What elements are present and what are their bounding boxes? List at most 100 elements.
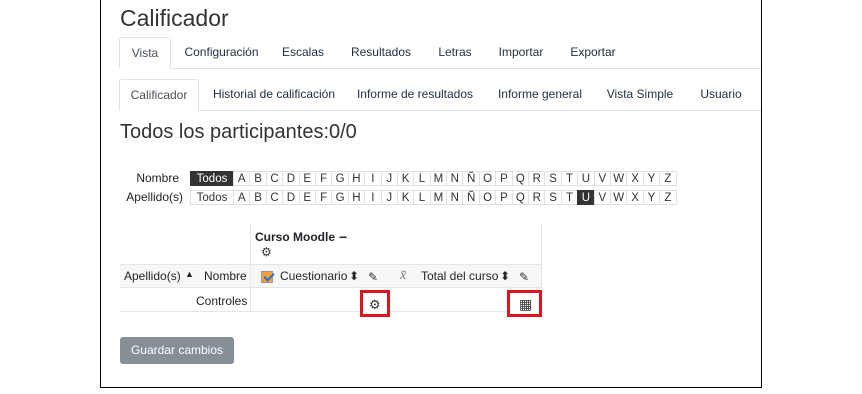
first-initial-letter-link[interactable]: Z xyxy=(659,171,677,186)
quiz-column-header[interactable]: Cuestionario xyxy=(280,269,347,283)
last-initial-letter-link[interactable]: W xyxy=(609,190,628,205)
highlighted-total-calculation[interactable]: ▦ xyxy=(507,290,542,317)
first-initial-letter-link[interactable]: I xyxy=(364,171,382,186)
last-initial-letter-link[interactable]: L xyxy=(413,190,431,205)
sort-total-icon[interactable]: ⬍ xyxy=(500,269,510,283)
first-initial-letter-link[interactable]: R xyxy=(528,171,546,186)
controls-label: Controles xyxy=(196,294,248,308)
tab-vista-simple[interactable]: Vista Simple xyxy=(600,79,680,110)
last-initial-letter-link[interactable]: Q xyxy=(511,190,530,205)
last-initial-letter-link[interactable]: M xyxy=(429,190,448,205)
lastname-column-header[interactable]: Apellido(s) xyxy=(124,269,181,283)
first-initial-letter-link[interactable]: O xyxy=(478,171,497,186)
participants-heading: Todos los participantes:0/0 xyxy=(120,121,357,143)
first-initial-letter-link[interactable]: Y xyxy=(642,171,661,186)
collapse-icon[interactable]: − xyxy=(339,229,347,245)
last-initial-letter-link[interactable]: X xyxy=(626,190,644,205)
gear-icon[interactable]: ⚙ xyxy=(369,298,381,311)
last-initial-letter-link[interactable]: T xyxy=(560,190,579,205)
calculator-icon[interactable]: ▦ xyxy=(519,297,532,311)
sort-asc-icon[interactable]: ▲ xyxy=(185,269,194,279)
edit-quiz-icon[interactable]: ✎ xyxy=(368,271,378,283)
last-initial-letter-link[interactable]: Ñ xyxy=(462,190,480,205)
last-initial-letter-link[interactable]: G xyxy=(331,190,349,205)
page-title: Calificador xyxy=(120,5,229,31)
first-initial-letter-link[interactable]: B xyxy=(249,171,267,186)
highlighted-quiz-settings[interactable]: ⚙ xyxy=(360,290,390,317)
first-initial-letter-link[interactable]: U xyxy=(577,171,595,186)
last-initial-letter-link[interactable]: U xyxy=(577,190,595,205)
tab-calificador[interactable]: Calificador xyxy=(119,79,199,111)
last-initial-letter-link[interactable]: H xyxy=(347,190,366,205)
tab-informe-general[interactable]: Informe general xyxy=(490,79,590,110)
first-initial-letter-link[interactable]: T xyxy=(560,171,579,186)
last-initial-letter-link[interactable]: O xyxy=(478,190,497,205)
last-initial-letter-link[interactable]: C xyxy=(265,190,284,205)
category-gear-icon[interactable]: ⚙ xyxy=(261,246,272,258)
tab-importar[interactable]: Importar xyxy=(489,37,553,68)
first-initial-letter-link[interactable]: W xyxy=(609,171,628,186)
first-initial-letter-link[interactable]: D xyxy=(282,171,300,186)
category-name: Curso Moodle xyxy=(255,230,335,244)
first-initial-letter-link[interactable]: K xyxy=(396,171,415,186)
sort-quiz-icon[interactable]: ⬍ xyxy=(349,269,359,283)
first-initial-letter-link[interactable]: C xyxy=(265,171,284,186)
tab-letras[interactable]: Letras xyxy=(428,37,482,68)
last-initial-letter-link[interactable]: J xyxy=(380,190,398,205)
total-icon: x̄ xyxy=(400,268,407,283)
first-initial-letter-link[interactable]: L xyxy=(413,171,431,186)
first-initial-letter-link[interactable]: H xyxy=(347,171,366,186)
last-initial-letter-link[interactable]: S xyxy=(544,190,562,205)
controls-row xyxy=(120,288,542,312)
first-initial-letter-link[interactable]: V xyxy=(593,171,611,186)
last-initial-letter-link[interactable]: D xyxy=(282,190,300,205)
tab-informe-resultados[interactable]: Informe de resultados xyxy=(350,79,480,110)
last-initial-letter-link[interactable]: I xyxy=(364,190,382,205)
last-initial-label: Apellido(s) xyxy=(126,190,183,204)
first-initial-letter-link[interactable]: M xyxy=(429,171,448,186)
first-initial-all-link[interactable]: Todos xyxy=(190,171,234,186)
total-column-header[interactable]: Total del curso xyxy=(421,269,498,283)
last-initial-letter-link[interactable]: Z xyxy=(659,190,677,205)
last-initial-all-link[interactable]: Todos xyxy=(190,190,234,205)
first-initial-letter-link[interactable]: A xyxy=(233,171,251,186)
secondary-tabs: Calificador Historial de calificación In… xyxy=(119,79,761,111)
first-initial-letter-link[interactable]: G xyxy=(331,171,349,186)
column-divider xyxy=(250,264,251,312)
tab-exportar[interactable]: Exportar xyxy=(559,37,627,68)
firstname-column-header[interactable]: Nombre xyxy=(204,269,247,283)
last-initial-letter-link[interactable]: E xyxy=(298,190,316,205)
last-initial-letter-link[interactable]: R xyxy=(528,190,546,205)
main-frame: Calificador Vista Configuración Escalas … xyxy=(100,0,762,388)
primary-tabs: Vista Configuración Escalas Resultados L… xyxy=(119,37,761,69)
quiz-icon xyxy=(261,271,273,283)
last-initial-letter-link[interactable]: P xyxy=(495,190,513,205)
edit-total-icon[interactable]: ✎ xyxy=(519,271,529,283)
last-initial-letter-link[interactable]: B xyxy=(249,190,267,205)
last-initial-bar: Todos A B C D E F G H I J K L M N Ñ O P Q R S T U V W X Y Z xyxy=(190,190,677,205)
tab-usuario[interactable]: Usuario xyxy=(689,79,753,110)
last-initial-letter-link[interactable]: K xyxy=(396,190,415,205)
tab-vista[interactable]: Vista xyxy=(119,37,171,69)
tab-historial[interactable]: Historial de calificación xyxy=(205,79,343,110)
first-initial-letter-link[interactable]: P xyxy=(495,171,513,186)
first-initial-letter-link[interactable]: J xyxy=(380,171,398,186)
last-initial-letter-link[interactable]: Y xyxy=(642,190,661,205)
first-initial-letter-link[interactable]: N xyxy=(446,171,464,186)
first-initial-letter-link[interactable]: Q xyxy=(511,171,530,186)
first-initial-letter-link[interactable]: X xyxy=(626,171,644,186)
save-changes-button[interactable]: Guardar cambios xyxy=(120,337,234,364)
first-initial-letter-link[interactable]: Ñ xyxy=(462,171,480,186)
last-initial-letter-link[interactable]: A xyxy=(233,190,251,205)
first-initial-letter-link[interactable]: S xyxy=(544,171,562,186)
tab-escalas[interactable]: Escalas xyxy=(272,37,334,68)
first-initial-letter-link[interactable]: F xyxy=(314,171,333,186)
first-initial-letter-link[interactable]: E xyxy=(298,171,316,186)
grader-table: Curso Moodle − ⚙ Apellido(s) ▲ Nombre Cu… xyxy=(120,224,542,317)
tab-resultados[interactable]: Resultados xyxy=(341,37,421,68)
last-initial-letter-link[interactable]: V xyxy=(593,190,611,205)
last-initial-letter-link[interactable]: N xyxy=(446,190,464,205)
last-initial-letter-link[interactable]: F xyxy=(314,190,333,205)
tab-configuracion[interactable]: Configuración xyxy=(176,37,267,68)
first-initial-bar: Todos A B C D E F G H I J K L M N Ñ O P Q R S T U V W X Y Z xyxy=(190,171,677,186)
